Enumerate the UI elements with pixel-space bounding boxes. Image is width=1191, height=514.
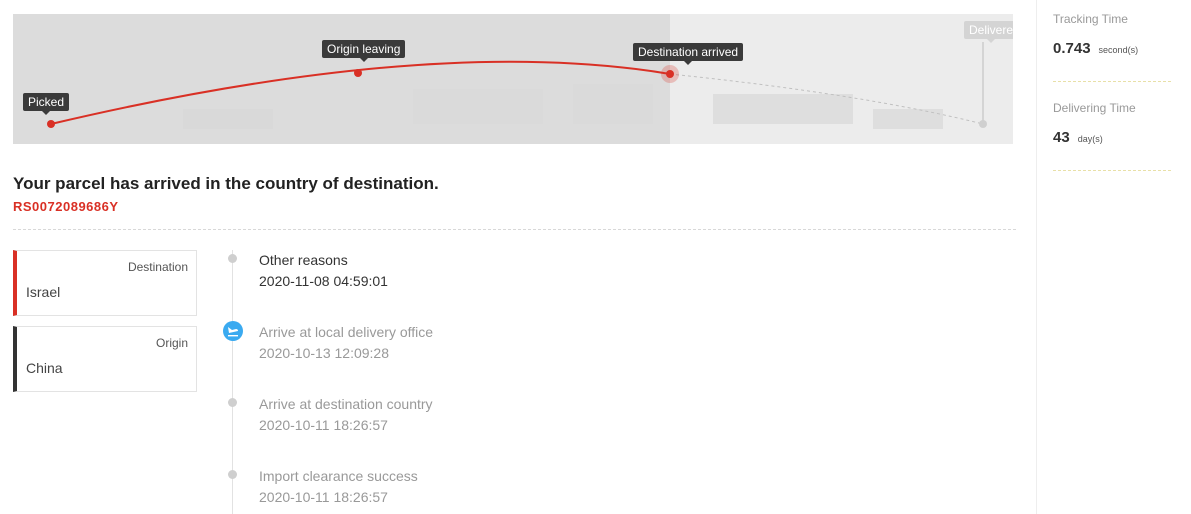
timeline-dot [228,254,237,263]
picked-point [47,120,55,128]
delivering-time-value: 43 [1053,129,1070,146]
event-status: Other reasons [259,252,348,268]
origin-label: Origin [155,336,188,350]
milestone-picked: Picked [23,93,70,115]
event-time: 2020-10-11 18:26:57 [259,417,388,433]
event-time: 2020-11-08 04:59:01 [259,273,388,289]
delivering-time-unit: day(s) [1077,134,1103,144]
event-status: Import clearance success [259,468,418,484]
milestone-destination-arrived: Destination arrived [633,43,744,65]
milestone-origin-leaving: Origin leaving [322,40,406,62]
tracking-time-unit: second(s) [1098,45,1139,55]
route-map: Picked Origin leaving Destination arrive… [13,14,1013,144]
plane-landing-icon [223,321,243,341]
origin-card: Origin China [13,326,197,392]
timeline-event: Import clearance success 2020-10-11 18:2… [259,467,418,506]
timeline-event: Arrive at local delivery office 2020-10-… [259,323,433,362]
origin-leaving-point [354,69,362,77]
delivering-time-label: Delivering Time [1053,101,1136,115]
section-divider [13,229,1016,230]
destination-label: Destination [127,260,188,274]
event-status: Arrive at local delivery office [259,324,434,340]
world-dots [183,84,943,129]
event-status: Arrive at destination country [259,396,433,412]
delivered-point [979,120,987,128]
tracking-time-value-row: 0.743 second(s) [1053,40,1138,57]
status-title: Your parcel has arrived in the country o… [13,174,439,193]
event-time: 2020-10-11 18:26:57 [259,489,388,505]
tracking-time-label: Tracking Time [1053,12,1128,26]
destination-country: Israel [26,284,61,300]
tracking-time-stat: Tracking Time 0.743 second(s) [1053,0,1171,82]
timeline-event: Other reasons 2020-11-08 04:59:01 [259,251,388,290]
delivering-time-value-row: 43 day(s) [1053,129,1103,146]
destination-card: Destination Israel [13,250,197,316]
timeline-event: Arrive at destination country 2020-10-11… [259,395,433,434]
route-map-graphic [47,42,987,129]
stats-panel: Tracking Time 0.743 second(s) Delivering … [1036,0,1191,514]
delivering-time-stat: Delivering Time 43 day(s) [1053,89,1171,171]
timeline-dot [228,398,237,407]
tracking-time-value: 0.743 [1053,40,1091,57]
origin-country: China [26,360,63,376]
timeline-dot [228,470,237,479]
event-time: 2020-10-13 12:09:28 [259,345,389,361]
tracking-number[interactable]: RS0072089686Y [13,199,119,214]
destination-arrived-point [666,70,674,78]
milestone-delivered: Delivere [964,21,1013,43]
